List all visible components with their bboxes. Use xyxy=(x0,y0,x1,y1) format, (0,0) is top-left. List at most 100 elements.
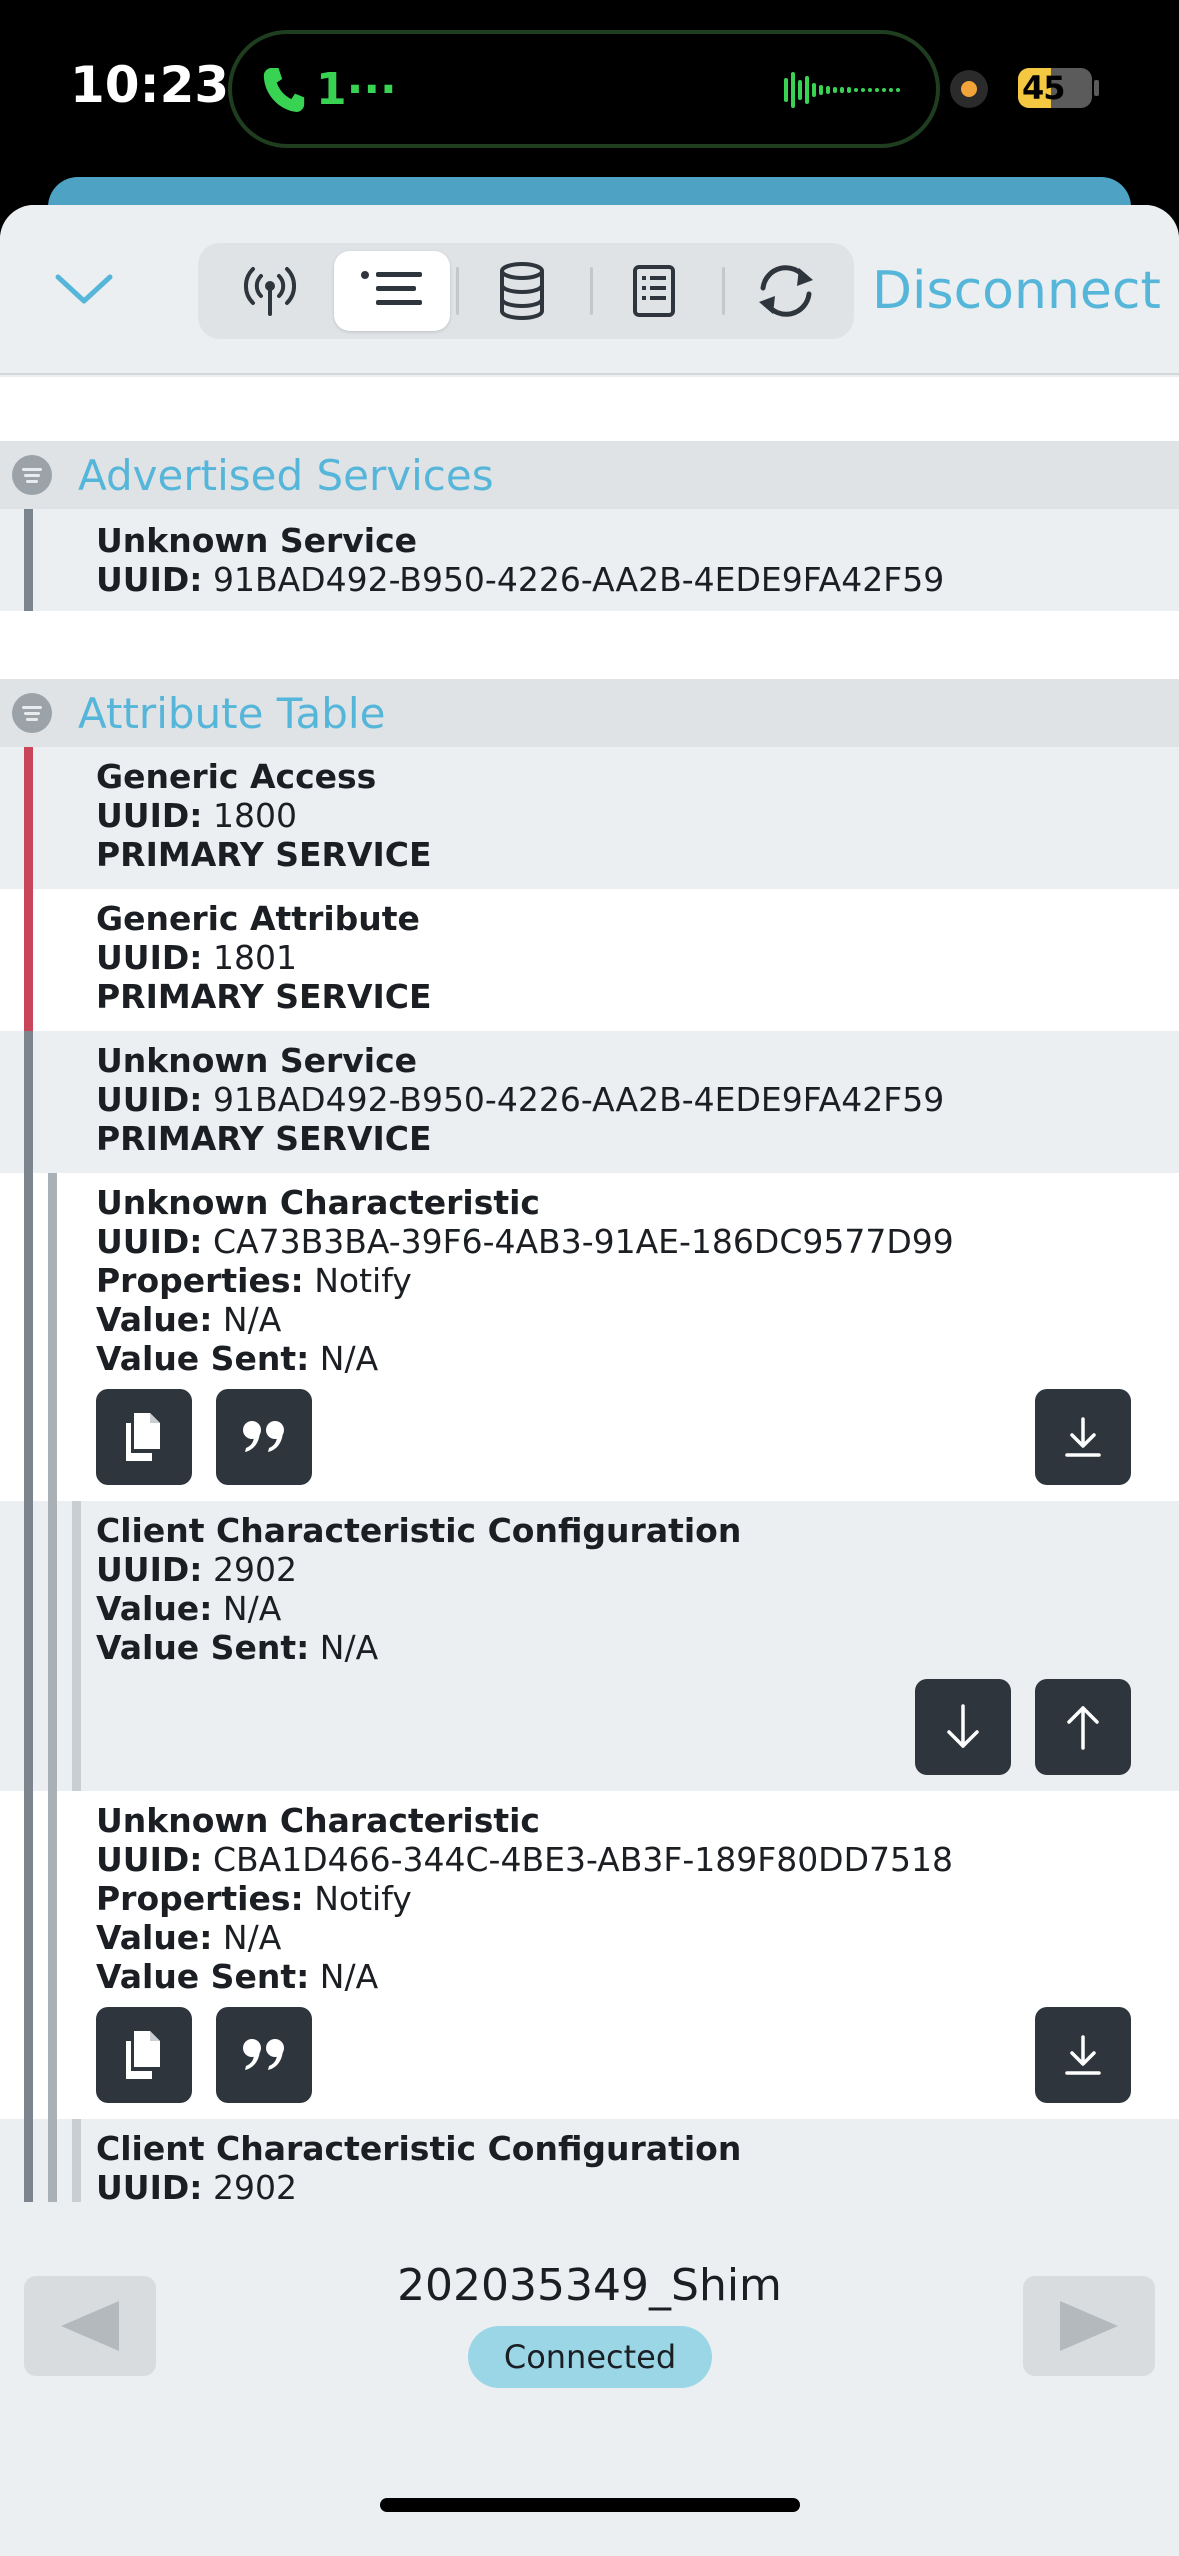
descriptor-name: Client Characteristic Configuration xyxy=(96,2129,742,2168)
next-device-button[interactable] xyxy=(1023,2276,1155,2376)
collapse-icon xyxy=(12,693,52,733)
value-label: Value: xyxy=(96,1918,213,1957)
service-type: PRIMARY SERVICE xyxy=(96,977,432,1016)
level-bar xyxy=(48,1501,57,1791)
clock: 10:23 xyxy=(70,56,230,114)
advertisement-tab[interactable] xyxy=(212,251,328,331)
value-label: Value: xyxy=(96,1300,213,1339)
refresh-tab[interactable] xyxy=(728,251,844,331)
services-list-tab[interactable] xyxy=(334,251,450,331)
services-list: Advertised Services Unknown Service UUID… xyxy=(0,377,1179,2202)
uuid-value: 91BAD492-B950-4226-AA2B-4EDE9FA42F59 xyxy=(212,560,945,599)
descriptor-row[interactable]: Client Characteristic Configuration UUID… xyxy=(0,1501,1179,1791)
advertised-services-header[interactable]: Advertised Services xyxy=(0,441,1179,509)
arrow-down-icon xyxy=(947,1704,979,1748)
service-type: PRIMARY SERVICE xyxy=(96,835,432,874)
value-sent-label: Value Sent: xyxy=(96,1339,310,1378)
arrow-up-icon xyxy=(1067,1706,1099,1750)
value-sent-value: N/A xyxy=(319,1628,379,1667)
uuid-value: 91BAD492-B950-4226-AA2B-4EDE9FA42F59 xyxy=(212,1080,945,1119)
descriptor-details: Client Characteristic Configuration UUID… xyxy=(96,2129,741,2202)
value-value: N/A xyxy=(222,1589,282,1628)
segment-divider xyxy=(722,267,725,315)
database-tab[interactable] xyxy=(464,251,580,331)
battery-icon: 45 xyxy=(1018,68,1092,108)
uuid-label: UUID: xyxy=(96,1550,203,1589)
download-arrow-icon xyxy=(1065,1417,1101,1457)
call-duration: 1··· xyxy=(316,64,397,115)
log-tab[interactable] xyxy=(596,251,712,331)
level-bar xyxy=(24,1501,33,1791)
level-bar xyxy=(24,747,33,889)
service-row-generic-access[interactable]: Generic Access UUID: 1800 PRIMARY SERVIC… xyxy=(0,747,1179,889)
level-bar xyxy=(24,1031,33,1173)
service-type: PRIMARY SERVICE xyxy=(96,1119,432,1158)
document-icon xyxy=(633,265,675,317)
level-bar xyxy=(48,2119,57,2202)
properties-value: Notify xyxy=(314,1879,412,1918)
uuid-label: UUID: xyxy=(96,938,203,977)
copy-icon xyxy=(126,1413,160,1461)
device-name: 202035349_Shim xyxy=(397,2260,782,2311)
copy-button[interactable] xyxy=(96,2007,192,2103)
uuid-label: UUID: xyxy=(96,1222,203,1261)
uuid-label: UUID: xyxy=(96,2168,203,2202)
read-button[interactable] xyxy=(915,1679,1011,1775)
service-details: Generic Access UUID: 1800 PRIMARY SERVIC… xyxy=(96,757,432,874)
antenna-icon xyxy=(243,267,297,316)
level-bar xyxy=(48,1173,57,1501)
uuid-value: CA73B3BA-39F6-4AB3-91AE-186DC9577D99 xyxy=(212,1222,954,1261)
status-bar: 10:23 1··· 45 xyxy=(0,0,1179,175)
characteristic-row[interactable]: Unknown Characteristic UUID: CA73B3BA-39… xyxy=(0,1173,1179,1501)
privacy-indicator-icon xyxy=(950,70,988,108)
characteristic-name: Unknown Characteristic xyxy=(96,1801,540,1840)
quote-icon xyxy=(243,2039,284,2070)
properties-label: Properties: xyxy=(96,1879,304,1918)
value-sent-label: Value Sent: xyxy=(96,1628,310,1667)
read-button[interactable] xyxy=(1035,1389,1131,1485)
value-value: N/A xyxy=(222,1300,282,1339)
descriptor-row[interactable]: Client Characteristic Configuration UUID… xyxy=(0,2119,1179,2202)
audio-waveform-icon xyxy=(784,72,900,108)
service-details: Generic Attribute UUID: 1801 PRIMARY SER… xyxy=(96,899,432,1016)
database-icon xyxy=(500,262,544,320)
level-bar xyxy=(24,509,33,611)
write-button[interactable] xyxy=(1035,1679,1131,1775)
main-sheet: Disconnect Advertised Services Unknown S… xyxy=(0,205,1179,2556)
quote-button[interactable] xyxy=(216,2007,312,2103)
value-sent-value: N/A xyxy=(319,1957,379,1996)
list-icon xyxy=(361,271,422,305)
read-button[interactable] xyxy=(1035,2007,1131,2103)
level-bar xyxy=(24,1173,33,1501)
service-row-generic-attribute[interactable]: Generic Attribute UUID: 1801 PRIMARY SER… xyxy=(0,889,1179,1031)
advertised-service-row[interactable]: Unknown Service UUID: 91BAD492-B950-4226… xyxy=(0,509,1179,611)
uuid-value: 2902 xyxy=(212,1550,297,1589)
attribute-table-header[interactable]: Attribute Table xyxy=(0,679,1179,747)
service-details: Unknown Service UUID: 91BAD492-B950-4226… xyxy=(96,1041,944,1158)
disconnect-button[interactable]: Disconnect xyxy=(872,261,1161,321)
collapse-icon xyxy=(12,455,52,495)
properties-value: Notify xyxy=(314,1261,412,1300)
home-indicator[interactable] xyxy=(380,2498,800,2512)
view-segmented-control xyxy=(198,243,854,339)
value-value: N/A xyxy=(222,1918,282,1957)
dynamic-island[interactable]: 1··· xyxy=(228,30,940,148)
level-bar xyxy=(72,2119,81,2202)
battery-percent: 45 xyxy=(1022,69,1066,107)
quote-button[interactable] xyxy=(216,1389,312,1485)
chevron-down-icon[interactable] xyxy=(52,263,116,313)
refresh-icon xyxy=(759,265,813,317)
service-name: Generic Attribute xyxy=(96,899,420,938)
section-title: Advertised Services xyxy=(78,451,494,500)
toolbar: Disconnect xyxy=(0,205,1179,375)
characteristic-row[interactable]: Unknown Characteristic UUID: CBA1D466-34… xyxy=(0,1791,1179,2119)
service-row-unknown-service[interactable]: Unknown Service UUID: 91BAD492-B950-4226… xyxy=(0,1031,1179,1173)
value-sent-label: Value Sent: xyxy=(96,1957,310,1996)
level-bar xyxy=(24,889,33,1031)
value-sent-value: N/A xyxy=(319,1339,379,1378)
uuid-label: UUID: xyxy=(96,1080,203,1119)
characteristic-name: Unknown Characteristic xyxy=(96,1183,540,1222)
battery-tip xyxy=(1094,80,1099,96)
service-name: Unknown Service xyxy=(96,1041,418,1080)
copy-button[interactable] xyxy=(96,1389,192,1485)
